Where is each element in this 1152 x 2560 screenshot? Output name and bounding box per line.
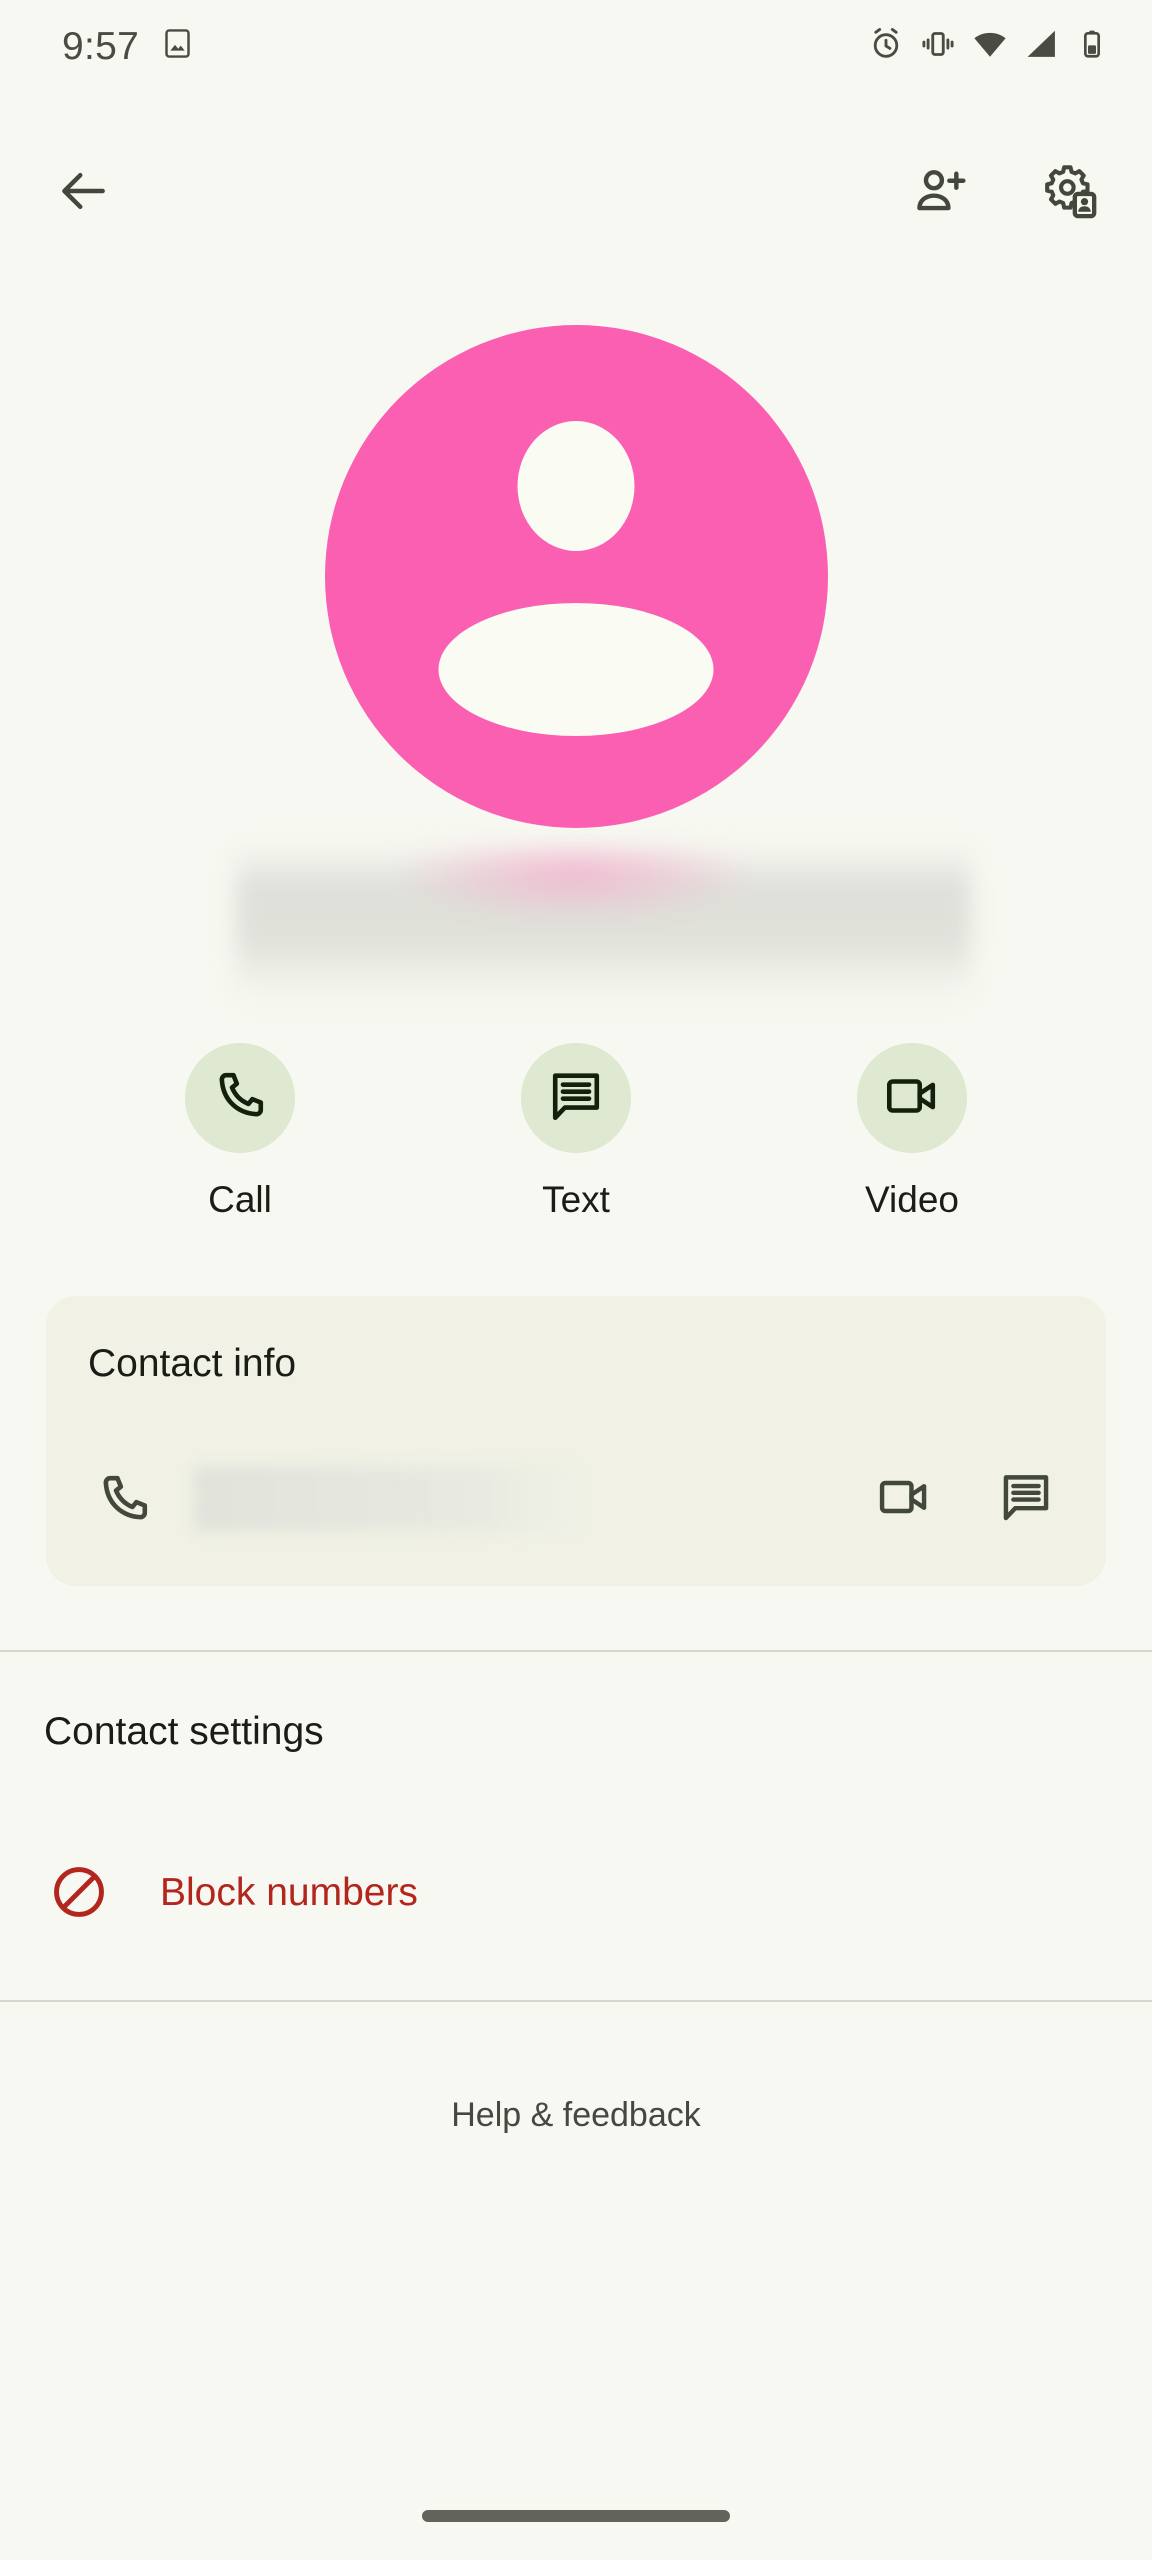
action-call[interactable]: Call (140, 1043, 340, 1218)
contact-info-title: Contact info (88, 1342, 297, 1385)
divider-above-settings (0, 1650, 1152, 1652)
block-icon (44, 1857, 114, 1927)
help-and-feedback-label: Help & feedback (451, 2096, 701, 2134)
phone-icon (211, 1067, 269, 1130)
manage-accounts-button[interactable] (1026, 149, 1114, 237)
status-bar: 9:57 (0, 0, 1152, 92)
app-bar (0, 138, 1152, 248)
action-video-label: Video (865, 1179, 959, 1220)
status-bar-clock: 9:57 (62, 24, 140, 68)
app-bar-actions (896, 149, 1114, 237)
contact-settings-title: Contact settings (44, 1710, 324, 1753)
manage-accounts-gear-icon (1041, 162, 1099, 225)
contact-info-row-actions (870, 1465, 1106, 1533)
action-call-circle (185, 1043, 295, 1153)
block-numbers-row[interactable]: Block numbers (0, 1838, 1152, 1946)
wifi-icon (972, 26, 1008, 67)
person-add-icon (912, 163, 968, 224)
divider-above-help (0, 2000, 1152, 2002)
message-icon (547, 1067, 605, 1130)
block-numbers-label: Block numbers (160, 1870, 418, 1914)
alarm-icon (868, 26, 904, 67)
back-button[interactable] (40, 149, 128, 237)
battery-icon (1076, 28, 1108, 65)
vibrate-icon (920, 26, 956, 67)
message-icon (998, 1469, 1054, 1530)
contact-info-phone-row[interactable] (46, 1444, 1106, 1554)
contact-phone-number-redacted (194, 1466, 582, 1532)
photo-notification-icon (161, 27, 194, 65)
contact-info-card: Contact info (46, 1296, 1106, 1586)
status-bar-right (868, 26, 1108, 67)
contact-avatar-container (0, 325, 1152, 828)
contact-details-screen: 9:57 Call Text Video Contact info Contac… (0, 0, 1152, 2560)
action-text-circle (521, 1043, 631, 1153)
action-video[interactable]: Video (812, 1043, 1012, 1218)
action-video-circle (857, 1043, 967, 1153)
cellular-signal-icon (1024, 26, 1060, 67)
row-message-button[interactable] (992, 1465, 1060, 1533)
videocam-icon (876, 1469, 932, 1530)
action-text-label: Text (542, 1179, 610, 1220)
status-bar-left: 9:57 (62, 27, 194, 66)
row-video-call-button[interactable] (870, 1465, 938, 1533)
phone-icon (92, 1467, 156, 1531)
add-contact-button[interactable] (896, 149, 984, 237)
contact-name-redacted (236, 848, 971, 1003)
avatar[interactable] (324, 325, 828, 828)
videocam-icon (883, 1067, 941, 1130)
arrow-back-icon (56, 163, 112, 224)
help-and-feedback-row[interactable]: Help & feedback (0, 2060, 1152, 2170)
gesture-navigation-handle[interactable] (422, 2510, 730, 2522)
action-call-label: Call (208, 1179, 272, 1220)
action-text[interactable]: Text (476, 1043, 676, 1218)
quick-actions-row: Call Text Video (0, 1043, 1152, 1218)
